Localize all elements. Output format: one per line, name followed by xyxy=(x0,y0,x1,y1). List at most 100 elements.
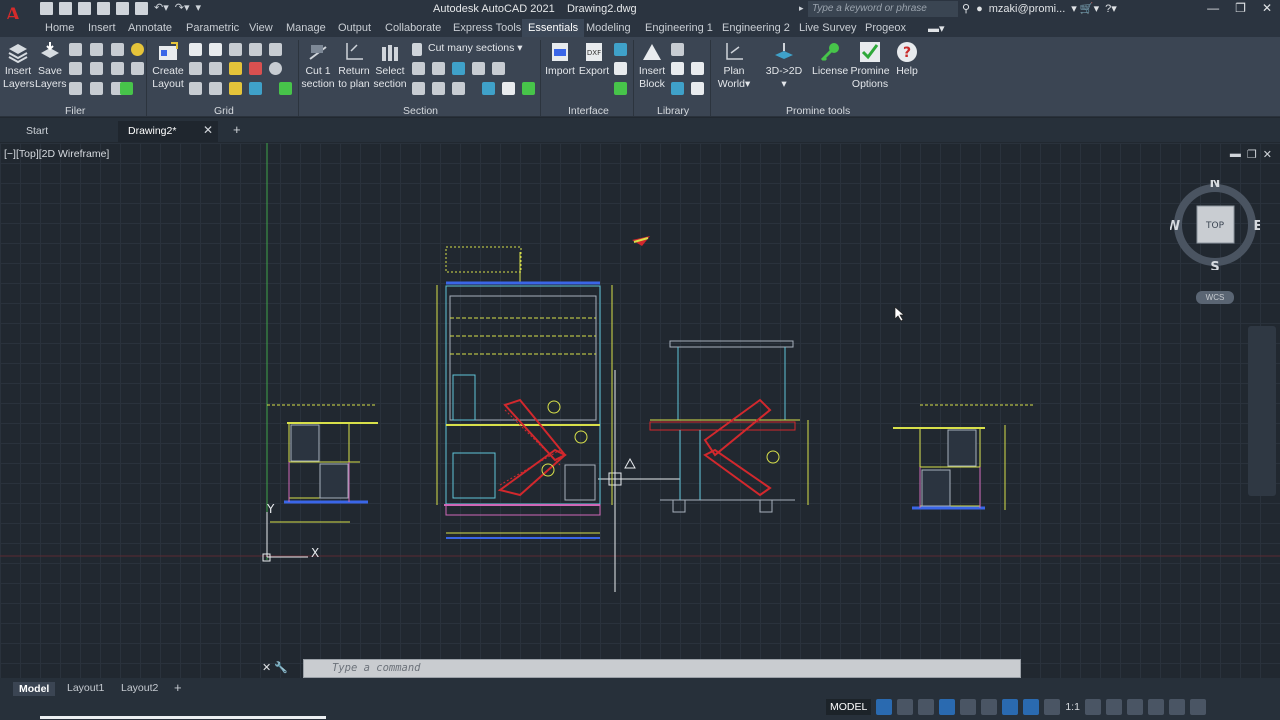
lightbulb-icon[interactable] xyxy=(131,43,144,56)
tab-output[interactable]: Output xyxy=(338,22,371,34)
checkmark-icon[interactable] xyxy=(614,82,627,95)
isodraft-icon[interactable] xyxy=(960,699,977,715)
viewport-controls-label[interactable]: [−][Top][2D Wireframe] xyxy=(4,148,109,160)
layer-small-icon[interactable] xyxy=(90,43,103,56)
checkmark-icon[interactable] xyxy=(279,82,292,95)
compass-west[interactable]: W xyxy=(1166,219,1180,234)
grid-tool-icon[interactable] xyxy=(189,43,202,56)
ribbon-options-icon[interactable]: ▬▾ xyxy=(928,22,945,35)
hardware-acceleration-icon[interactable] xyxy=(1147,699,1164,715)
wcs-menu[interactable]: WCS xyxy=(1196,291,1234,304)
license-button[interactable]: License xyxy=(812,41,848,78)
clean-screen-icon[interactable] xyxy=(1168,699,1185,715)
tab-home[interactable]: Home xyxy=(45,22,74,34)
interface-tool-icon[interactable] xyxy=(614,43,627,56)
layout-tab-layout1[interactable]: Layout1 xyxy=(67,682,104,694)
navigation-bar[interactable] xyxy=(1248,326,1276,496)
insert-block-button[interactable]: Insert Block xyxy=(636,41,668,91)
save-icon[interactable] xyxy=(78,2,91,15)
ortho-mode-icon[interactable] xyxy=(918,699,935,715)
tab-manage[interactable]: Manage xyxy=(286,22,326,34)
save-layers-button[interactable]: Save Layers xyxy=(35,41,67,91)
plan-world-button[interactable]: Plan World▾ xyxy=(716,41,752,91)
library-tool-icon[interactable] xyxy=(691,82,704,95)
user-name[interactable]: mzaki@promi... xyxy=(989,3,1066,15)
isolate-objects-icon[interactable] xyxy=(1126,699,1143,715)
web-mobile-icon[interactable] xyxy=(116,2,129,15)
insert-layers-button[interactable]: Insert Layers xyxy=(3,41,35,91)
section-tool-icon[interactable] xyxy=(482,82,495,95)
layout-tab-model[interactable]: Model xyxy=(13,682,56,696)
redo-icon[interactable]: ↷▾ xyxy=(175,2,190,15)
grid-tool-icon[interactable] xyxy=(189,82,202,95)
viewport-restore-icon[interactable]: ❐ xyxy=(1247,148,1257,161)
section-tool-icon[interactable] xyxy=(452,82,465,95)
create-layout-button[interactable]: Create Layout xyxy=(151,41,185,91)
tab-essentials[interactable]: Essentials xyxy=(522,19,585,37)
grid-tool-icon[interactable] xyxy=(209,82,222,95)
select-section-button[interactable]: Select section xyxy=(372,41,408,91)
viewcube[interactable]: TOP N S E W xyxy=(1166,176,1263,275)
drawing-canvas[interactable]: Y X xyxy=(0,143,1280,678)
add-tab-icon[interactable]: + xyxy=(233,122,241,137)
plus-icon[interactable] xyxy=(1105,699,1122,715)
section-tool-icon[interactable] xyxy=(452,62,465,75)
new-file-icon[interactable] xyxy=(40,2,53,15)
layer-small-icon[interactable] xyxy=(111,43,124,56)
open-folder-icon[interactable] xyxy=(69,43,82,56)
interface-tool-icon[interactable] xyxy=(614,62,627,75)
close-tab-icon[interactable]: ✕ xyxy=(203,123,213,137)
close-icon[interactable]: ✕ xyxy=(1262,1,1272,15)
customization-menu-icon[interactable] xyxy=(1189,699,1206,715)
tab-express-tools[interactable]: Express Tools xyxy=(453,22,521,34)
grid-tool-icon[interactable] xyxy=(249,43,262,56)
cut-1-section-button[interactable]: Cut 1 section xyxy=(300,41,336,91)
layer-tool-icon[interactable] xyxy=(131,62,144,75)
polar-tracking-icon[interactable] xyxy=(939,699,956,715)
tab-modeling[interactable]: Modeling xyxy=(586,22,631,34)
tab-insert[interactable]: Insert xyxy=(88,22,116,34)
grid-tool-icon[interactable] xyxy=(209,62,222,75)
selection-cycling-icon[interactable] xyxy=(1002,699,1019,715)
minimize-icon[interactable]: — xyxy=(1207,1,1219,15)
command-line-close-icon[interactable]: ✕ 🔧 xyxy=(262,661,288,674)
section-tool-icon[interactable] xyxy=(432,62,445,75)
grid-tool-icon[interactable] xyxy=(209,43,222,56)
model-space-toggle[interactable]: MODEL xyxy=(826,699,872,715)
section-tool-icon[interactable] xyxy=(492,62,505,75)
snap-mode-icon[interactable] xyxy=(897,699,914,715)
annotation-scale-icon[interactable] xyxy=(1023,699,1040,715)
help-button[interactable]: ? Help xyxy=(890,41,924,78)
section-tool-icon[interactable] xyxy=(472,62,485,75)
compass-north[interactable]: N xyxy=(1210,176,1221,191)
compass-south[interactable]: S xyxy=(1210,260,1219,275)
tab-live-survey[interactable]: Live Survey xyxy=(799,22,856,34)
tab-engineering-1[interactable]: Engineering 1 xyxy=(645,22,713,34)
tab-view[interactable]: View xyxy=(249,22,273,34)
grid-tool-icon[interactable] xyxy=(249,82,262,95)
layer-tool-icon[interactable] xyxy=(90,82,103,95)
undo-icon[interactable]: ↶▾ xyxy=(154,2,169,15)
rotate-icon[interactable] xyxy=(269,62,282,75)
search-icon[interactable]: ⚲ xyxy=(962,2,970,15)
grid-tool-icon[interactable] xyxy=(229,82,242,95)
section-tool-icon[interactable] xyxy=(502,82,515,95)
section-tool-icon[interactable] xyxy=(412,62,425,75)
command-input[interactable]: Type a command xyxy=(303,659,1021,678)
help-icon[interactable]: ?▾ xyxy=(1105,2,1117,15)
3d-to-2d-button[interactable]: 3D->2D ▾ xyxy=(764,41,804,91)
plot-icon[interactable] xyxy=(135,2,148,15)
annotation-scale-value[interactable]: 1:1 xyxy=(1065,701,1080,713)
compass-east[interactable]: E xyxy=(1254,219,1263,234)
tab-parametric[interactable]: Parametric xyxy=(186,22,239,34)
object-snap-icon[interactable] xyxy=(981,699,998,715)
import-button[interactable]: Import xyxy=(543,41,577,78)
restore-icon[interactable]: ❐ xyxy=(1235,1,1246,15)
grid-tool-icon[interactable] xyxy=(229,43,242,56)
promine-options-button[interactable]: Promine Options xyxy=(850,41,890,91)
search-caret-icon[interactable]: ▸ xyxy=(799,3,804,14)
open-file-icon[interactable] xyxy=(59,2,72,15)
user-icon[interactable]: ● xyxy=(976,3,983,15)
section-tool-icon[interactable] xyxy=(432,82,445,95)
cart-icon[interactable]: ▾ 🛒▾ xyxy=(1071,2,1099,15)
